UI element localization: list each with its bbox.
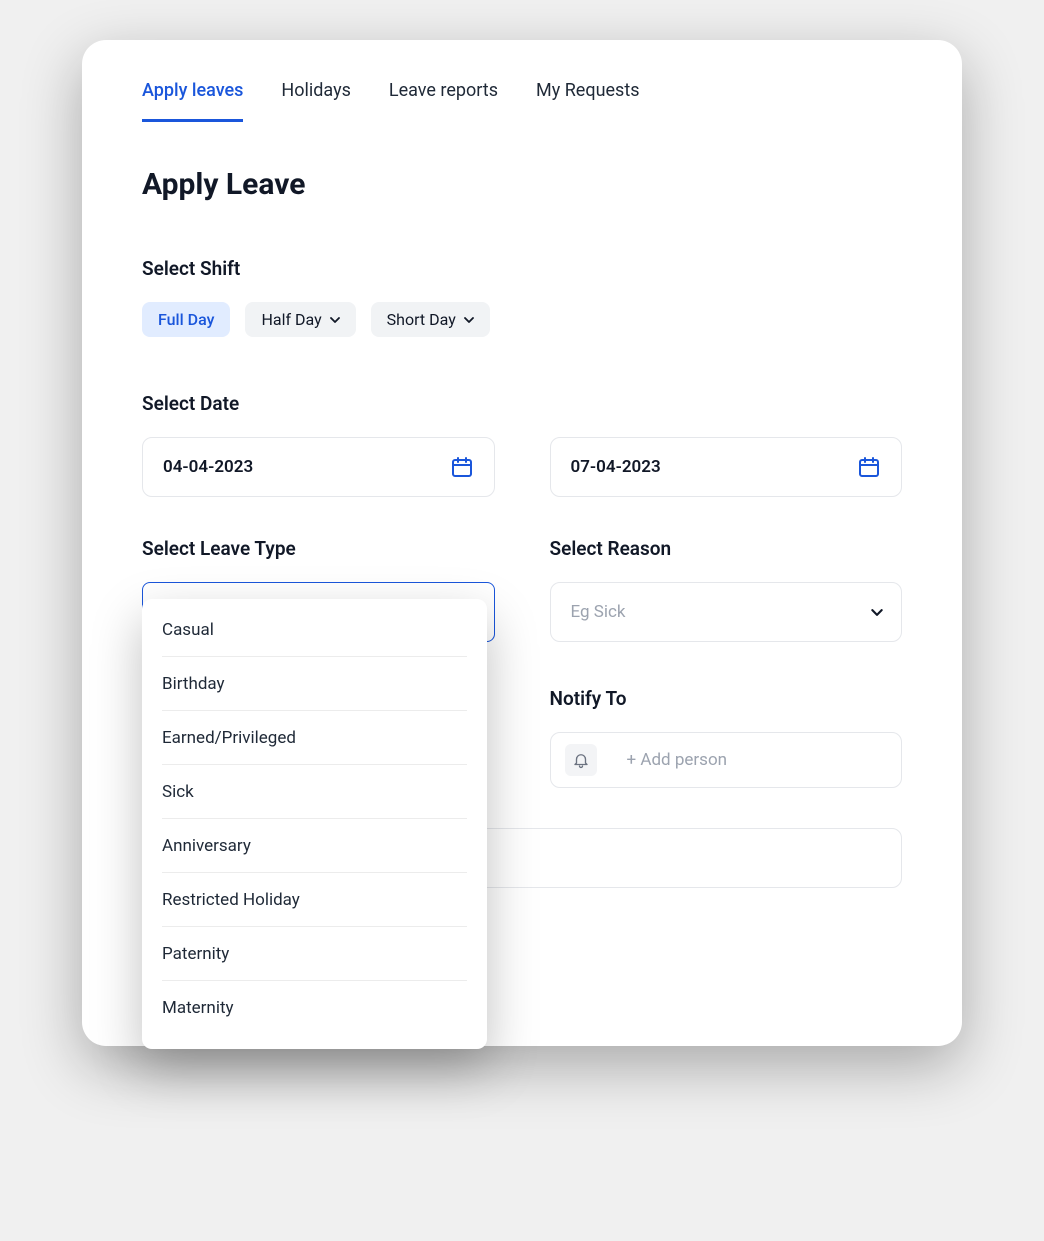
leave-form-card: Apply leaves Holidays Leave reports My R… <box>82 40 962 1046</box>
leave-type-option-anniversary[interactable]: Anniversary <box>142 819 487 873</box>
notify-to-field[interactable]: + Add person <box>550 732 903 788</box>
leave-type-option-sick[interactable]: Sick <box>142 765 487 819</box>
calendar-icon <box>450 455 474 479</box>
chevron-down-icon <box>330 317 340 323</box>
tab-bar: Apply leaves Holidays Leave reports My R… <box>142 80 902 122</box>
shift-short-day[interactable]: Short Day <box>371 302 490 337</box>
reason-select[interactable]: Eg Sick <box>550 582 903 642</box>
leave-type-option-restricted[interactable]: Restricted Holiday <box>142 873 487 927</box>
shift-chip-group: Full Day Half Day Short Day <box>142 302 902 337</box>
leave-type-option-casual[interactable]: Casual <box>142 603 487 657</box>
select-shift-label: Select Shift <box>142 257 902 280</box>
tab-my-requests[interactable]: My Requests <box>536 80 640 122</box>
shift-half-day-label: Half Day <box>261 310 321 329</box>
select-date-label: Select Date <box>142 392 902 415</box>
end-date-field[interactable]: 07-04-2023 <box>550 437 903 497</box>
calendar-icon <box>857 455 881 479</box>
leave-type-option-birthday[interactable]: Birthday <box>142 657 487 711</box>
notify-to-label: Notify To <box>550 687 903 710</box>
shift-full-day[interactable]: Full Day <box>142 302 230 337</box>
select-reason-label: Select Reason <box>550 537 903 560</box>
notify-to-placeholder: + Add person <box>627 750 728 770</box>
page-title: Apply Leave <box>142 167 902 202</box>
chevron-down-icon <box>871 609 881 615</box>
end-date-value: 07-04-2023 <box>571 457 661 477</box>
shift-half-day[interactable]: Half Day <box>245 302 355 337</box>
select-leave-type-label: Select Leave Type <box>142 537 495 560</box>
start-date-field[interactable]: 04-04-2023 <box>142 437 495 497</box>
leave-type-option-paternity[interactable]: Paternity <box>142 927 487 981</box>
tab-leave-reports[interactable]: Leave reports <box>389 80 498 122</box>
leave-type-option-maternity[interactable]: Maternity <box>142 981 487 1035</box>
tab-holidays[interactable]: Holidays <box>281 80 350 122</box>
reason-placeholder: Eg Sick <box>571 602 626 622</box>
bell-icon <box>565 744 597 776</box>
shift-full-day-label: Full Day <box>158 310 214 329</box>
start-date-value: 04-04-2023 <box>163 457 253 477</box>
shift-short-day-label: Short Day <box>387 310 456 329</box>
leave-type-dropdown: Casual Birthday Earned/Privileged Sick A… <box>142 599 487 1049</box>
leave-type-option-earned[interactable]: Earned/Privileged <box>142 711 487 765</box>
tab-apply-leaves[interactable]: Apply leaves <box>142 80 243 122</box>
chevron-down-icon <box>464 317 474 323</box>
